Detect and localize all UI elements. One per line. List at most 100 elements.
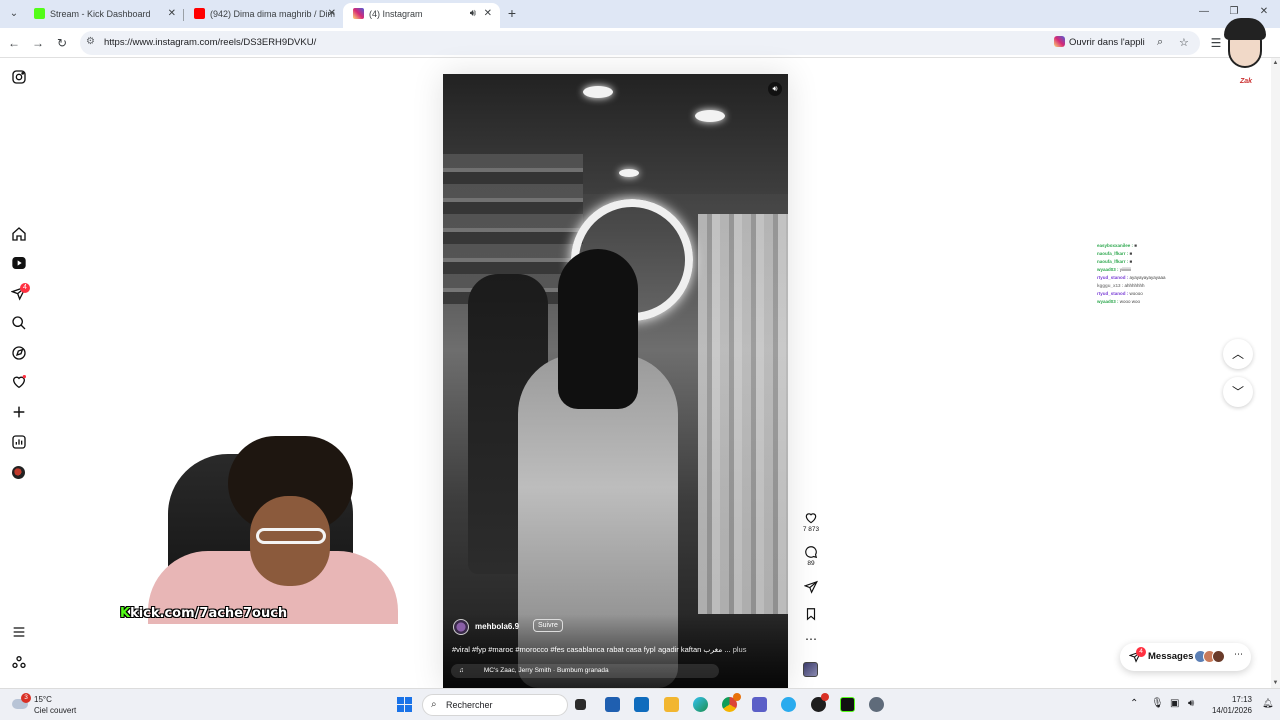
chat-message: rtyud_stanod : ayayayayayayaaa: [1097, 275, 1166, 280]
tab-close-icon[interactable]: ✕: [484, 3, 492, 25]
tab-close-icon[interactable]: ✕: [168, 3, 176, 25]
search-icon[interactable]: [11, 315, 27, 331]
back-arrow-icon[interactable]: ←: [6, 35, 22, 51]
follow-button[interactable]: Suivre: [533, 619, 563, 632]
tab-close-icon[interactable]: ✕: [328, 3, 336, 25]
teams-icon[interactable]: [752, 697, 767, 712]
caption-more-link[interactable]: plus: [733, 645, 747, 654]
comment-count: 89: [807, 560, 815, 567]
weather-badge: 3: [21, 693, 31, 703]
tab-title: (4) Instagram: [369, 9, 423, 19]
clock-time: 17:13: [1231, 695, 1252, 704]
more-options-icon[interactable]: ⋯: [800, 633, 822, 645]
author-avatar[interactable]: [453, 619, 469, 635]
explore-icon[interactable]: [11, 345, 27, 361]
weather-temperature: 15°C: [34, 695, 52, 704]
new-tab-button[interactable]: +: [505, 6, 519, 20]
system-clock[interactable]: 17:13 14/01/2026: [1208, 694, 1252, 716]
kick-channel-url: kick.com/7ache7ouch: [130, 606, 288, 621]
zoom-icon[interactable]: ⌕: [1157, 36, 1163, 49]
windows-start-icon[interactable]: [397, 697, 412, 712]
threads-icon[interactable]: [11, 654, 27, 670]
comment-action[interactable]: 89: [800, 545, 822, 567]
reel-music[interactable]: ♫ MC's Zaac, Jerry Smith · Bumbum granada: [451, 664, 719, 678]
outlook-icon[interactable]: [634, 697, 649, 712]
notification-bell-icon[interactable]: 🔔︎: [1262, 698, 1273, 709]
next-reel-chevron-down-icon[interactable]: ﹀: [1223, 377, 1253, 407]
instagram-icon[interactable]: [11, 69, 27, 85]
task-view-icon[interactable]: [575, 699, 586, 710]
profile-avatar[interactable]: [12, 466, 25, 479]
search-icon: ⌕: [431, 699, 437, 710]
ceiling-light: [695, 110, 725, 122]
telegram-icon[interactable]: [781, 697, 796, 712]
author-username[interactable]: mehbola6.9: [475, 622, 519, 631]
tab-kick-dashboard[interactable]: Stream - Kick Dashboard ✕: [24, 3, 184, 28]
music-note-icon: ♫: [459, 667, 464, 674]
reload-icon[interactable]: ↻: [54, 35, 70, 51]
taskbar-search-placeholder: Rechercher: [446, 700, 493, 710]
settings-gear-icon[interactable]: [869, 697, 884, 712]
taskbar-search-box[interactable]: ⌕ Rechercher: [422, 694, 568, 716]
streamer-glasses: [256, 528, 326, 544]
like-action[interactable]: 7 873: [800, 511, 822, 533]
reel-video[interactable]: 🔊︎ mehbola6.9 Suivre #viral #fyp #maroc …: [443, 74, 788, 688]
reels-icon[interactable]: [11, 255, 27, 271]
windows-taskbar: 3 15°C Ciel couvert ⌕ Rechercher ⌃ 🎙︎ ▣ …: [0, 688, 1280, 720]
minimize-icon[interactable]: —: [1198, 6, 1210, 17]
chrome-badge: [733, 693, 741, 701]
tray-chevron-up-icon[interactable]: ⌃: [1130, 698, 1138, 709]
sound-icon[interactable]: 🔊︎: [768, 82, 782, 96]
address-bar[interactable]: ⚙ https://www.instagram.com/reels/DS3ERH…: [80, 31, 1200, 55]
browser-toolbar: ← → ↻ ⚙ https://www.instagram.com/reels/…: [0, 28, 1280, 58]
audio-thumbnail[interactable]: [803, 662, 818, 677]
cartoon-signature: Zak: [1240, 78, 1253, 85]
chat-message: wyaad03 : wooo woo: [1097, 299, 1141, 304]
volume-icon[interactable]: 🔊︎: [1188, 698, 1194, 709]
close-window-icon[interactable]: ✕: [1258, 6, 1270, 17]
create-icon[interactable]: [11, 404, 27, 420]
chat-message: naoufa_lfkarr : ■: [1097, 251, 1133, 256]
cartoon-hair: [1224, 18, 1266, 40]
calendar-app-icon[interactable]: [605, 697, 620, 712]
kick-app-icon[interactable]: [840, 697, 855, 712]
dashboard-icon[interactable]: [11, 434, 27, 450]
save-action[interactable]: [800, 607, 822, 621]
obs-badge: [821, 693, 829, 701]
youtube-favicon-icon: [194, 8, 205, 19]
messages-badge: 4: [1136, 647, 1146, 657]
chat-message: wyaad03 : yiiiiiiiii: [1097, 267, 1132, 272]
site-info-icon[interactable]: ⚙: [86, 36, 95, 47]
forward-arrow-icon[interactable]: →: [30, 35, 46, 51]
microphone-icon[interactable]: 🎙︎: [1151, 698, 1164, 709]
tab-youtube[interactable]: (942) Dima dima maghrib / Dim ✕: [184, 3, 344, 28]
scroll-up-arrow-icon[interactable]: ▲: [1271, 60, 1280, 66]
kick-logo-letter: K: [120, 606, 131, 621]
scroll-down-arrow-icon[interactable]: ▼: [1271, 680, 1280, 686]
url-text[interactable]: https://www.instagram.com/reels/DS3ERH9D…: [104, 37, 316, 48]
reel-curtain: [698, 214, 788, 614]
streamer-webcam: Kkick.com/7ache7ouch: [108, 436, 404, 624]
restore-icon[interactable]: ❐: [1228, 6, 1240, 17]
tab-audio-icon[interactable]: 🔊︎: [470, 3, 476, 25]
share-action[interactable]: [800, 580, 822, 594]
chat-message: rtyud_stanod : woooo: [1097, 291, 1143, 296]
previous-reel-chevron-up-icon[interactable]: ︿: [1223, 339, 1253, 369]
heart-icon: [805, 513, 817, 524]
file-explorer-icon[interactable]: [664, 697, 679, 712]
network-icon[interactable]: ▣: [1170, 698, 1179, 709]
menu-icon[interactable]: [11, 624, 27, 640]
bookmark-star-icon[interactable]: ☆: [1179, 36, 1189, 49]
heart-icon[interactable]: [11, 374, 27, 390]
tab-instagram[interactable]: (4) Instagram 🔊︎ ✕: [343, 3, 500, 28]
page-scrollbar[interactable]: ▲ ▼: [1271, 58, 1280, 688]
bookmark-icon: [806, 608, 816, 621]
messages-button[interactable]: 4 Messages ⋯: [1120, 643, 1251, 671]
home-icon[interactable]: [11, 226, 27, 242]
tab-search-chevron-icon[interactable]: ⌄: [6, 6, 22, 22]
edge-icon[interactable]: [693, 697, 708, 712]
open-in-app-button[interactable]: Ouvrir dans l'appli: [1054, 36, 1145, 48]
tab-title: Stream - Kick Dashboard: [50, 9, 151, 19]
tab-title: (942) Dima dima maghrib / Dim: [210, 9, 336, 19]
caption-text: #viral #fyp #maroc #morocco #fes casabla…: [452, 645, 731, 654]
